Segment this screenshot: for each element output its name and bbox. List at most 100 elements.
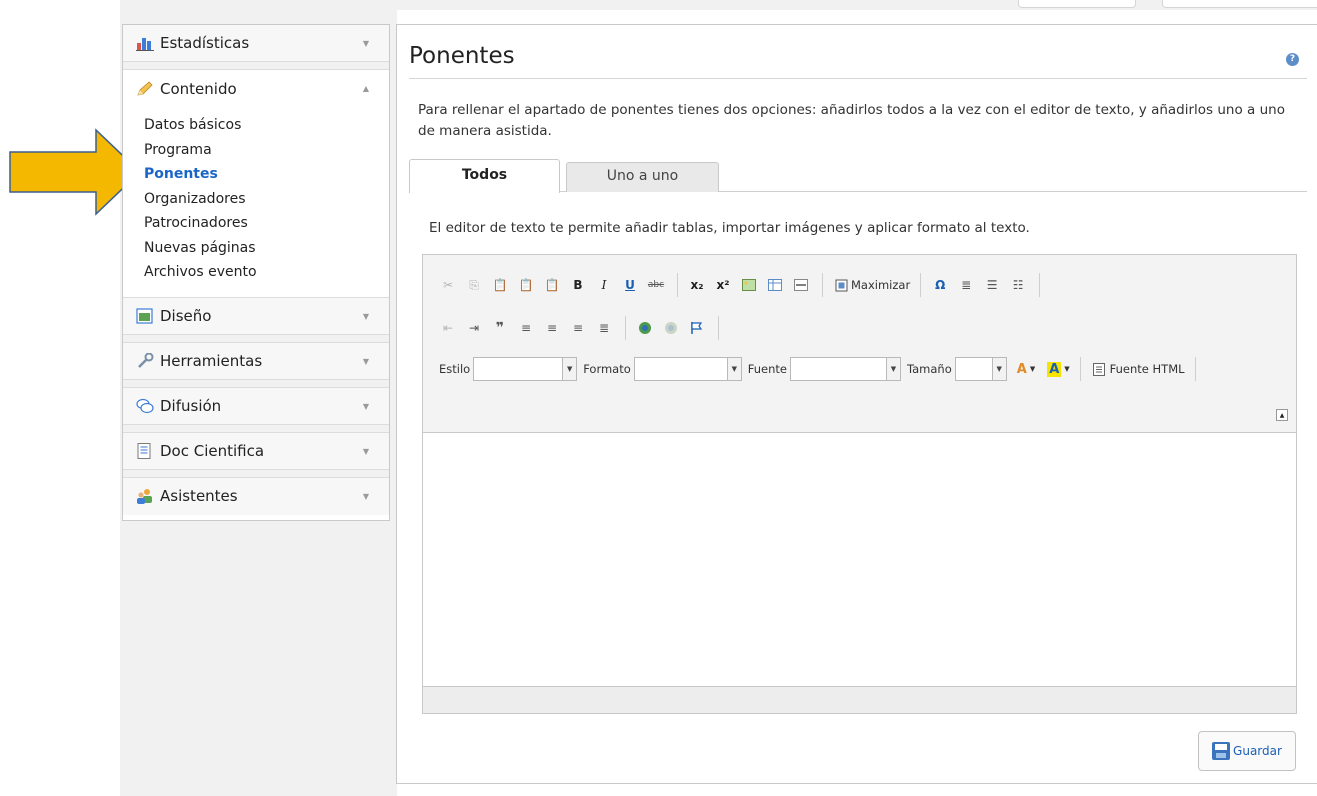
- toolbar-separator: [920, 273, 922, 297]
- underline-icon[interactable]: U: [619, 274, 641, 296]
- numbered-list-icon[interactable]: ☰: [981, 274, 1003, 296]
- source-icon: [1092, 362, 1105, 376]
- chevron-up-icon[interactable]: ▲: [363, 84, 369, 93]
- format-select[interactable]: ▼: [633, 357, 742, 381]
- sidebar-item-nuevas-paginas[interactable]: Nuevas páginas: [144, 236, 389, 261]
- sidebar-section-contenido[interactable]: Contenido ▲: [123, 70, 389, 107]
- sidebar-section-estadisticas[interactable]: Estadísticas ▼: [123, 25, 389, 62]
- paste-icon[interactable]: 📋: [489, 274, 511, 296]
- horizontal-rule-icon[interactable]: [790, 274, 812, 296]
- pencil-icon: [136, 80, 154, 97]
- chevron-down-icon[interactable]: ▼: [363, 447, 369, 456]
- sidebar-section-doc-cientifica[interactable]: Doc Cientifica ▼: [123, 432, 389, 470]
- chevron-down-icon[interactable]: ▼: [363, 492, 369, 501]
- maximize-button[interactable]: Maximizar: [831, 278, 914, 292]
- sidebar-section-label: Diseño: [160, 306, 212, 325]
- subscript-icon[interactable]: x₂: [686, 274, 708, 296]
- app-window: Estadísticas ▼ Contenido ▲ Datos básicos…: [0, 0, 1317, 796]
- sidebar-section-label: Contenido: [160, 79, 237, 98]
- cut-icon[interactable]: ✂: [437, 274, 459, 296]
- help-icon[interactable]: ?: [1286, 53, 1299, 66]
- top-action-button-2[interactable]: [1162, 0, 1317, 8]
- blockquote-icon[interactable]: ❞: [489, 317, 511, 339]
- sidebar-section-label: Difusión: [160, 396, 222, 415]
- sidebar-item-archivos-evento[interactable]: Archivos evento: [144, 260, 389, 285]
- strikethrough-icon[interactable]: abc: [645, 274, 667, 296]
- top-action-button-1[interactable]: [1018, 0, 1136, 8]
- editor-description: El editor de texto te permite añadir tab…: [429, 220, 1030, 236]
- collapse-toolbar-icon[interactable]: ▲: [1276, 409, 1288, 421]
- chevron-down-icon[interactable]: ▼: [562, 358, 577, 380]
- sidebar-item-programa[interactable]: Programa: [144, 138, 389, 163]
- sidebar-section-herramientas[interactable]: Herramientas ▼: [123, 342, 389, 380]
- image-icon[interactable]: [738, 274, 760, 296]
- title-divider: [409, 78, 1307, 79]
- paste-text-icon[interactable]: 📋: [515, 274, 537, 296]
- sidebar-section-diseno[interactable]: Diseño ▼: [123, 297, 389, 335]
- link-icon[interactable]: [634, 317, 656, 339]
- main-panel: Ponentes ? Para rellenar el apartado de …: [396, 24, 1317, 784]
- sidebar-item-organizadores[interactable]: Organizadores: [144, 187, 389, 212]
- italic-icon[interactable]: I: [593, 274, 615, 296]
- superscript-icon[interactable]: x²: [712, 274, 734, 296]
- editor-content-area[interactable]: [423, 433, 1296, 686]
- align-right-icon[interactable]: ≡: [567, 317, 589, 339]
- chevron-down-icon[interactable]: ▼: [363, 402, 369, 411]
- page-title: Ponentes: [409, 43, 515, 69]
- tab-todos[interactable]: Todos: [409, 159, 560, 193]
- align-center-icon[interactable]: ≡: [541, 317, 563, 339]
- save-button[interactable]: Guardar: [1198, 731, 1296, 771]
- bar-chart-icon: [136, 35, 154, 51]
- text-color-button[interactable]: A ▼: [1013, 362, 1039, 377]
- tab-bar: Todos Uno a uno: [409, 159, 1307, 193]
- special-char-icon[interactable]: Ω: [929, 274, 951, 296]
- maximize-label: Maximizar: [851, 278, 911, 292]
- source-html-label: Fuente HTML: [1109, 362, 1185, 376]
- blockquote-indent-icon[interactable]: ≣: [955, 274, 977, 296]
- sidebar-item-datos-basicos[interactable]: Datos básicos: [144, 113, 389, 138]
- document-icon: [136, 442, 154, 459]
- table-icon[interactable]: [764, 274, 786, 296]
- toolbar-separator: [718, 316, 719, 340]
- source-html-button[interactable]: Fuente HTML: [1089, 362, 1189, 376]
- sidebar-item-patrocinadores[interactable]: Patrocinadores: [144, 211, 389, 236]
- chevron-down-icon[interactable]: ▼: [886, 358, 900, 380]
- sidebar-section-asistentes[interactable]: Asistentes ▼: [123, 477, 389, 515]
- sidebar-section-difusion[interactable]: Difusión ▼: [123, 387, 389, 425]
- floppy-disk-icon: [1212, 742, 1231, 760]
- sidebar-divider: [123, 469, 389, 478]
- align-justify-icon[interactable]: ≣: [593, 317, 615, 339]
- toolbar-separator: [625, 316, 626, 340]
- anchor-icon[interactable]: [686, 317, 708, 339]
- unlink-icon[interactable]: [660, 317, 682, 339]
- sidebar-section-label: Estadísticas: [160, 34, 250, 52]
- bg-color-button[interactable]: A ▼: [1043, 361, 1073, 377]
- paste-word-icon[interactable]: 📋: [541, 274, 563, 296]
- users-icon: [136, 488, 154, 504]
- sidebar-item-ponentes[interactable]: Ponentes: [144, 162, 389, 187]
- indent-icon[interactable]: ⇥: [463, 317, 485, 339]
- toolbar-separator: [677, 273, 678, 297]
- tab-uno-a-uno[interactable]: Uno a uno: [566, 162, 719, 192]
- toolbar-row-1: ✂ ⎘ 📋 📋 📋 B I U abc x₂ x² Maximizar Ω ≣ …: [437, 272, 1048, 298]
- align-left-icon[interactable]: ≡: [515, 317, 537, 339]
- chevron-down-icon[interactable]: ▼: [363, 312, 369, 321]
- style-select[interactable]: ▼: [473, 357, 578, 381]
- layout-icon: [136, 307, 154, 324]
- chevron-down-icon[interactable]: ▼: [991, 358, 1006, 380]
- sidebar-divider: [123, 62, 389, 70]
- size-label: Tamaño: [907, 362, 952, 376]
- font-select[interactable]: ▼: [790, 357, 901, 381]
- bold-icon[interactable]: B: [567, 274, 589, 296]
- outdent-icon[interactable]: ⇤: [437, 317, 459, 339]
- size-select-value: [956, 358, 992, 380]
- copy-icon[interactable]: ⎘: [463, 274, 485, 296]
- font-select-value: [791, 358, 886, 380]
- bulleted-list-icon[interactable]: ☷: [1007, 274, 1029, 296]
- sidebar: Estadísticas ▼ Contenido ▲ Datos básicos…: [122, 24, 390, 521]
- chevron-down-icon[interactable]: ▼: [726, 358, 741, 380]
- chevron-down-icon: ▼: [1029, 365, 1036, 373]
- size-select[interactable]: ▼: [954, 357, 1007, 381]
- chevron-down-icon[interactable]: ▼: [363, 39, 369, 48]
- chevron-down-icon[interactable]: ▼: [363, 357, 369, 366]
